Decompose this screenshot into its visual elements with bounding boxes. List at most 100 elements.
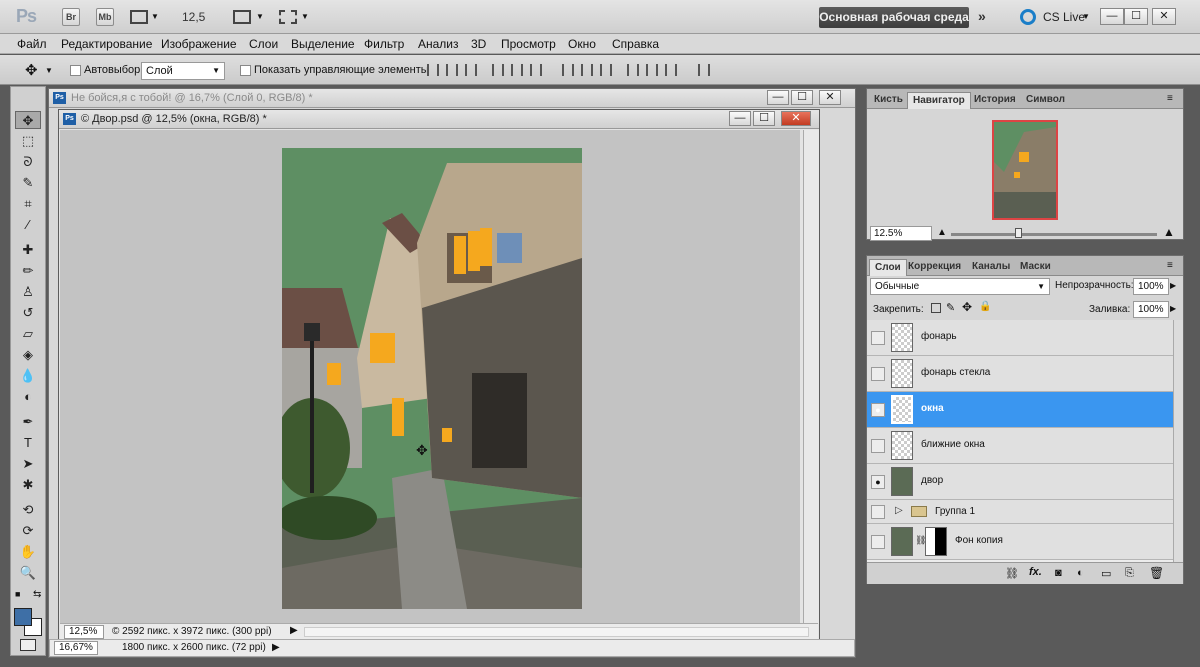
menu-analysis[interactable]: Анализ — [418, 37, 459, 51]
navigator-zoom-slider[interactable] — [951, 233, 1157, 236]
add-mask-icon[interactable]: ◙ — [1055, 567, 1062, 579]
restore-button[interactable]: ☐ — [753, 111, 775, 126]
menu-window[interactable]: Окно — [568, 37, 596, 51]
menu-layer[interactable]: Слои — [249, 37, 278, 51]
workspace-button[interactable]: Основная рабочая среда — [819, 7, 969, 28]
visibility-toggle[interactable] — [871, 367, 885, 381]
distribute-left-icon[interactable] — [627, 64, 639, 76]
menu-image[interactable]: Изображение — [161, 37, 237, 51]
minimize-button[interactable]: — — [767, 90, 789, 105]
autoselect-dropdown[interactable]: Слой ▼ — [141, 62, 225, 80]
paint-bucket-tool-icon[interactable]: ◈ — [15, 346, 41, 364]
visibility-toggle[interactable] — [871, 439, 885, 453]
distribute-top-icon[interactable] — [562, 64, 574, 76]
navigator-zoom-knob[interactable] — [1015, 228, 1022, 238]
panel-menu-icon[interactable]: ≡ — [1167, 93, 1173, 104]
trash-icon[interactable]: 🗑 — [1149, 566, 1164, 580]
3d-rotate-tool-icon[interactable]: ⟲ — [15, 501, 41, 519]
visibility-toggle[interactable] — [871, 535, 885, 549]
quick-select-tool-icon[interactable]: ✎ — [15, 174, 41, 192]
layer-row[interactable]: ближние окна — [867, 428, 1173, 464]
type-tool-icon[interactable]: T — [15, 434, 41, 452]
new-layer-icon[interactable]: ⎘ — [1125, 567, 1134, 580]
tab-brush[interactable]: Кисть — [869, 92, 908, 109]
restore-button[interactable]: ☐ — [791, 90, 813, 105]
restore-button[interactable]: ☐ — [1124, 8, 1148, 25]
3d-orbit-tool-icon[interactable]: ⟳ — [15, 522, 41, 540]
new-group-icon[interactable]: ▭ — [1101, 567, 1111, 580]
menu-select[interactable]: Выделение — [291, 37, 355, 51]
lock-position-icon[interactable]: ✥ — [962, 300, 972, 314]
expand-arrow-icon[interactable]: ▷ — [895, 505, 903, 516]
eyedropper-tool-icon[interactable]: ⁄ — [15, 216, 41, 234]
layers-scrollbar[interactable] — [1173, 320, 1183, 562]
vertical-scrollbar[interactable] — [803, 130, 819, 623]
blur-tool-icon[interactable]: 💧 — [15, 367, 41, 385]
healing-brush-tool-icon[interactable]: ✚ — [15, 241, 41, 259]
close-button[interactable]: ✕ — [1152, 8, 1176, 25]
canvas-image[interactable] — [282, 148, 582, 609]
cslive-button[interactable]: CS Live — [1043, 10, 1085, 24]
horizontal-scrollbar[interactable] — [304, 627, 809, 637]
menu-view[interactable]: Просмотр — [501, 37, 556, 51]
align-bottom-icon[interactable] — [465, 64, 477, 76]
brush-tool-icon[interactable]: ✏ — [15, 262, 41, 280]
layer-mask-thumbnail[interactable] — [925, 527, 947, 556]
quick-mask-icon[interactable] — [20, 639, 36, 651]
shape-tool-icon[interactable]: ✱ — [15, 476, 41, 494]
chevron-down-icon[interactable]: ▼ — [256, 12, 264, 21]
align-right-icon[interactable] — [530, 64, 542, 76]
tab-layers[interactable]: Слои — [869, 259, 907, 276]
status-zoom-field[interactable]: 12,5% — [64, 625, 104, 639]
lasso-tool-icon[interactable]: ᘐ — [15, 153, 41, 171]
default-colors-icon[interactable]: ■ — [15, 589, 20, 599]
history-brush-tool-icon[interactable]: ↺ — [15, 304, 41, 322]
zoom-out-icon[interactable]: ▲ — [937, 227, 947, 238]
eraser-tool-icon[interactable]: ▱ — [15, 325, 41, 343]
zoom-level[interactable]: 12,5 — [182, 10, 205, 24]
status-menu-arrow-icon[interactable]: ▶ — [290, 625, 298, 636]
distribute-right-icon[interactable] — [665, 64, 677, 76]
chevron-down-icon[interactable]: ▼ — [45, 66, 53, 75]
minimize-button[interactable]: — — [1100, 8, 1124, 25]
menu-help[interactable]: Справка — [612, 37, 659, 51]
fill-field[interactable]: 100% — [1133, 301, 1169, 318]
layer-group-row[interactable]: ▷ Группа 1 — [867, 500, 1173, 524]
marquee-tool-icon[interactable]: ⬚ — [15, 132, 41, 150]
align-top-icon[interactable] — [427, 64, 439, 76]
screen-mode-icon[interactable] — [279, 10, 297, 24]
crop-tool-icon[interactable]: ⌗ — [15, 195, 41, 213]
pen-tool-icon[interactable]: ✒ — [15, 413, 41, 431]
panel-menu-icon[interactable]: ≡ — [1167, 260, 1173, 271]
menu-file[interactable]: Файл — [17, 37, 47, 51]
zoom-tool-icon[interactable]: 🔍 — [15, 564, 41, 582]
foreground-color-swatch-top[interactable] — [14, 608, 32, 626]
adjustment-layer-icon[interactable]: ◐ — [1077, 567, 1084, 579]
hand-tool-icon[interactable]: ✋ — [15, 543, 41, 561]
blend-mode-dropdown[interactable]: Обычные ▼ — [870, 278, 1050, 295]
tab-masks[interactable]: Маски — [1015, 259, 1056, 276]
double-chevron-right-icon[interactable]: » — [978, 8, 986, 24]
dodge-tool-icon[interactable]: ◐ — [15, 388, 41, 406]
tab-channels[interactable]: Каналы — [967, 259, 1015, 276]
layer-row[interactable]: фонарь стекла — [867, 356, 1173, 392]
layer-row[interactable]: фонарь — [867, 320, 1173, 356]
align-vcenter-icon[interactable] — [446, 64, 458, 76]
distribute-vcenter-icon[interactable] — [581, 64, 593, 76]
tab-history[interactable]: История — [969, 92, 1021, 109]
lock-pixels-icon[interactable]: ✎ — [946, 301, 955, 314]
document-titlebar[interactable]: Ps © Двор.psd @ 12,5% (окна, RGB/8) * — … — [59, 110, 819, 129]
fill-arrow-icon[interactable]: ▶ — [1170, 304, 1176, 313]
document-window-front[interactable]: Ps © Двор.psd @ 12,5% (окна, RGB/8) * — … — [58, 109, 820, 640]
bridge-button[interactable]: Br — [62, 8, 80, 26]
arrange-documents-icon[interactable] — [233, 10, 251, 24]
autoselect-checkbox[interactable] — [70, 65, 81, 76]
layer-row-selected[interactable]: ● окна — [867, 392, 1173, 428]
auto-align-icon[interactable] — [698, 64, 710, 76]
layer-style-icon[interactable]: fx. — [1029, 566, 1042, 578]
lock-transparency-icon[interactable] — [931, 303, 941, 313]
tab-navigator[interactable]: Навигатор — [907, 92, 971, 109]
layer-row[interactable]: ● двор — [867, 464, 1173, 500]
navigator-thumbnail[interactable] — [992, 120, 1058, 220]
minibridge-button[interactable]: Mb — [96, 8, 114, 26]
